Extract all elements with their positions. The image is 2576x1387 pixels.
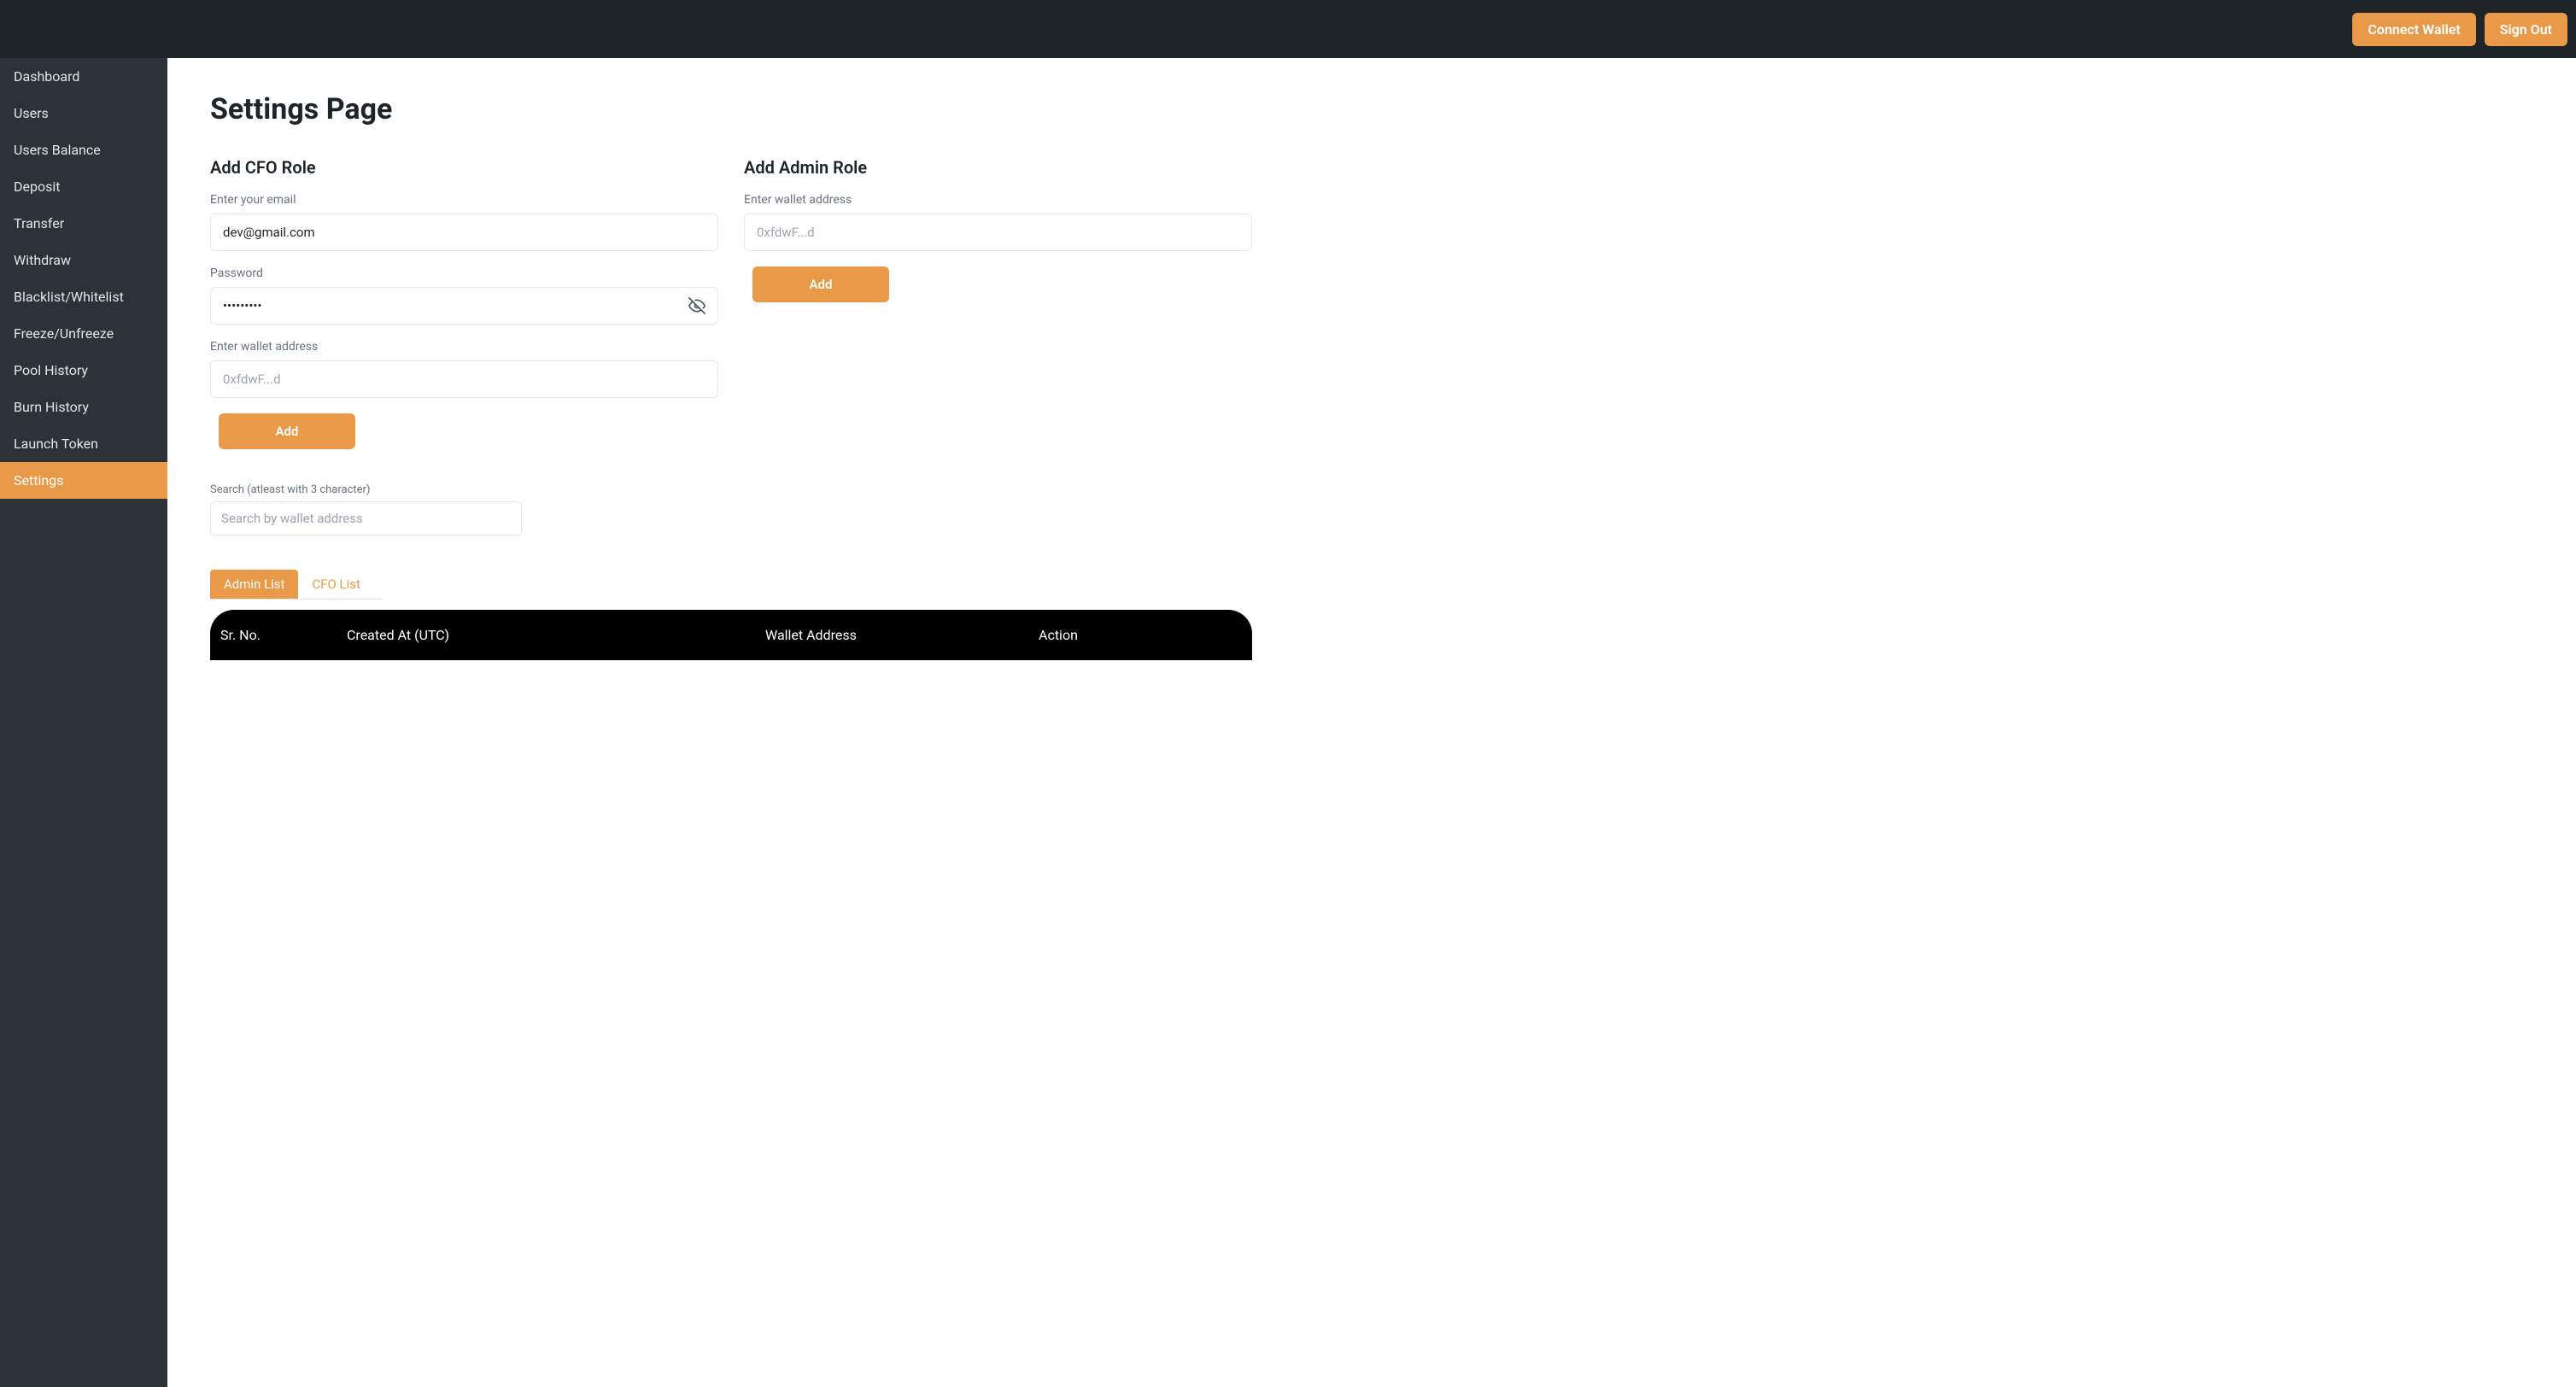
admin-section-title: Add Admin Role <box>744 157 1252 178</box>
sidebar-item-users[interactable]: Users <box>0 95 167 132</box>
content: Settings Page Add CFO Role Enter your em… <box>167 58 1295 1387</box>
sidebar-item-settings[interactable]: Settings <box>0 462 167 499</box>
cfo-password-label: Password <box>210 266 718 280</box>
eye-off-icon[interactable] <box>688 296 706 315</box>
sidebar-item-deposit[interactable]: Deposit <box>0 168 167 205</box>
search-block: Search (atleast with 3 character) <box>210 483 1252 535</box>
table: Sr. No. Created At (UTC) Wallet Address … <box>210 610 1252 660</box>
topbar: Connect Wallet Sign Out <box>0 0 2576 58</box>
cfo-wallet-input[interactable] <box>210 360 718 398</box>
tab-admin-list[interactable]: Admin List <box>210 570 298 599</box>
admin-add-button[interactable]: Add <box>752 266 889 302</box>
table-header-created-at: Created At (UTC) <box>347 627 765 643</box>
sidebar-item-pool-history[interactable]: Pool History <box>0 352 167 389</box>
sidebar-item-launch-token[interactable]: Launch Token <box>0 425 167 462</box>
tab-cfo-list[interactable]: CFO List <box>298 570 373 599</box>
table-header-row: Sr. No. Created At (UTC) Wallet Address … <box>210 610 1252 660</box>
sidebar-item-transfer[interactable]: Transfer <box>0 205 167 242</box>
sidebar-item-freeze-unfreeze[interactable]: Freeze/Unfreeze <box>0 315 167 352</box>
page-title: Settings Page <box>210 92 1252 126</box>
sidebar-item-dashboard[interactable]: Dashboard <box>0 58 167 95</box>
sign-out-button[interactable]: Sign Out <box>2485 13 2567 46</box>
sidebar-item-burn-history[interactable]: Burn History <box>0 389 167 425</box>
table-header-sr-no: Sr. No. <box>210 627 347 643</box>
cfo-password-input[interactable] <box>210 287 718 325</box>
cfo-role-section: Add CFO Role Enter your email Password E… <box>210 157 718 449</box>
tabs: Admin List CFO List <box>210 570 383 600</box>
sidebar-item-withdraw[interactable]: Withdraw <box>0 242 167 278</box>
cfo-add-button[interactable]: Add <box>219 413 355 449</box>
table-header-wallet-address: Wallet Address <box>765 627 1039 643</box>
sidebar: Dashboard Users Users Balance Deposit Tr… <box>0 58 167 1387</box>
cfo-section-title: Add CFO Role <box>210 157 718 178</box>
cfo-wallet-label: Enter wallet address <box>210 340 718 354</box>
sidebar-item-blacklist-whitelist[interactable]: Blacklist/Whitelist <box>0 278 167 315</box>
connect-wallet-button[interactable]: Connect Wallet <box>2352 13 2475 46</box>
admin-wallet-label: Enter wallet address <box>744 193 1252 207</box>
search-input[interactable] <box>210 501 522 535</box>
admin-role-section: Add Admin Role Enter wallet address Add <box>744 157 1252 449</box>
search-label: Search (atleast with 3 character) <box>210 483 1252 496</box>
cfo-email-label: Enter your email <box>210 193 718 207</box>
admin-wallet-input[interactable] <box>744 214 1252 251</box>
cfo-email-input[interactable] <box>210 214 718 251</box>
sidebar-item-users-balance[interactable]: Users Balance <box>0 132 167 168</box>
table-header-action: Action <box>1039 627 1252 643</box>
